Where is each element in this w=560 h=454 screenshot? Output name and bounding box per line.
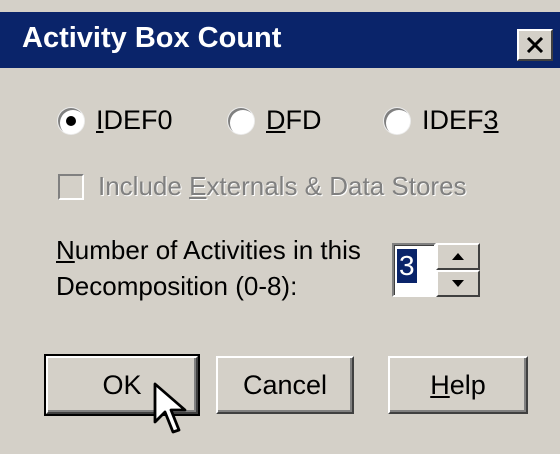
radio-dfd[interactable]: DFD <box>228 105 322 136</box>
activity-count-label: Number of Activities in this Decompositi… <box>56 232 361 304</box>
radio-dfd-label: DFD <box>266 105 322 135</box>
arrow-down-icon <box>452 280 464 287</box>
mouse-pointer-icon <box>153 382 187 434</box>
help-button-label: Help <box>430 369 486 400</box>
radio-dfd-circle[interactable] <box>228 107 254 134</box>
ok-button-label: OK <box>102 369 142 400</box>
radio-idef0[interactable]: IDEF0 <box>58 105 173 136</box>
title-bar[interactable]: Activity Box Count <box>0 12 560 68</box>
radio-idef3-circle[interactable] <box>384 107 410 134</box>
radio-idef0-circle[interactable] <box>58 107 84 134</box>
radio-selected-dot <box>66 115 76 126</box>
activity-count-value[interactable]: 3 <box>397 249 417 283</box>
spin-down-button[interactable] <box>436 270 480 297</box>
cancel-button-label: Cancel <box>242 369 328 400</box>
checkbox-box[interactable] <box>58 173 84 200</box>
close-icon <box>526 37 544 53</box>
activity-count-input[interactable]: 3 <box>392 243 436 297</box>
activity-count-label-line1: Number of Activities in this <box>56 235 361 265</box>
include-externals-checkbox[interactable]: Include Externals & Data Stores <box>58 171 494 202</box>
radio-idef0-label: IDEF0 <box>96 105 173 135</box>
help-button[interactable]: Help <box>388 356 528 414</box>
close-button[interactable] <box>517 29 553 61</box>
activity-count-label-line2: Decomposition (0-8): <box>56 271 298 301</box>
activity-box-count-dialog: Activity Box Count IDEF0 DFD IDEF3 Inclu… <box>0 0 560 454</box>
include-externals-label: Include Externals & Data Stores <box>98 171 467 201</box>
dialog-title: Activity Box Count <box>22 22 282 54</box>
arrow-up-icon <box>452 253 464 260</box>
cancel-button[interactable]: Cancel <box>216 356 354 414</box>
spin-up-button[interactable] <box>436 243 480 270</box>
activity-count-spinner <box>436 243 480 297</box>
radio-idef3[interactable]: IDEF3 <box>384 105 499 136</box>
radio-idef3-label: IDEF3 <box>422 105 499 135</box>
